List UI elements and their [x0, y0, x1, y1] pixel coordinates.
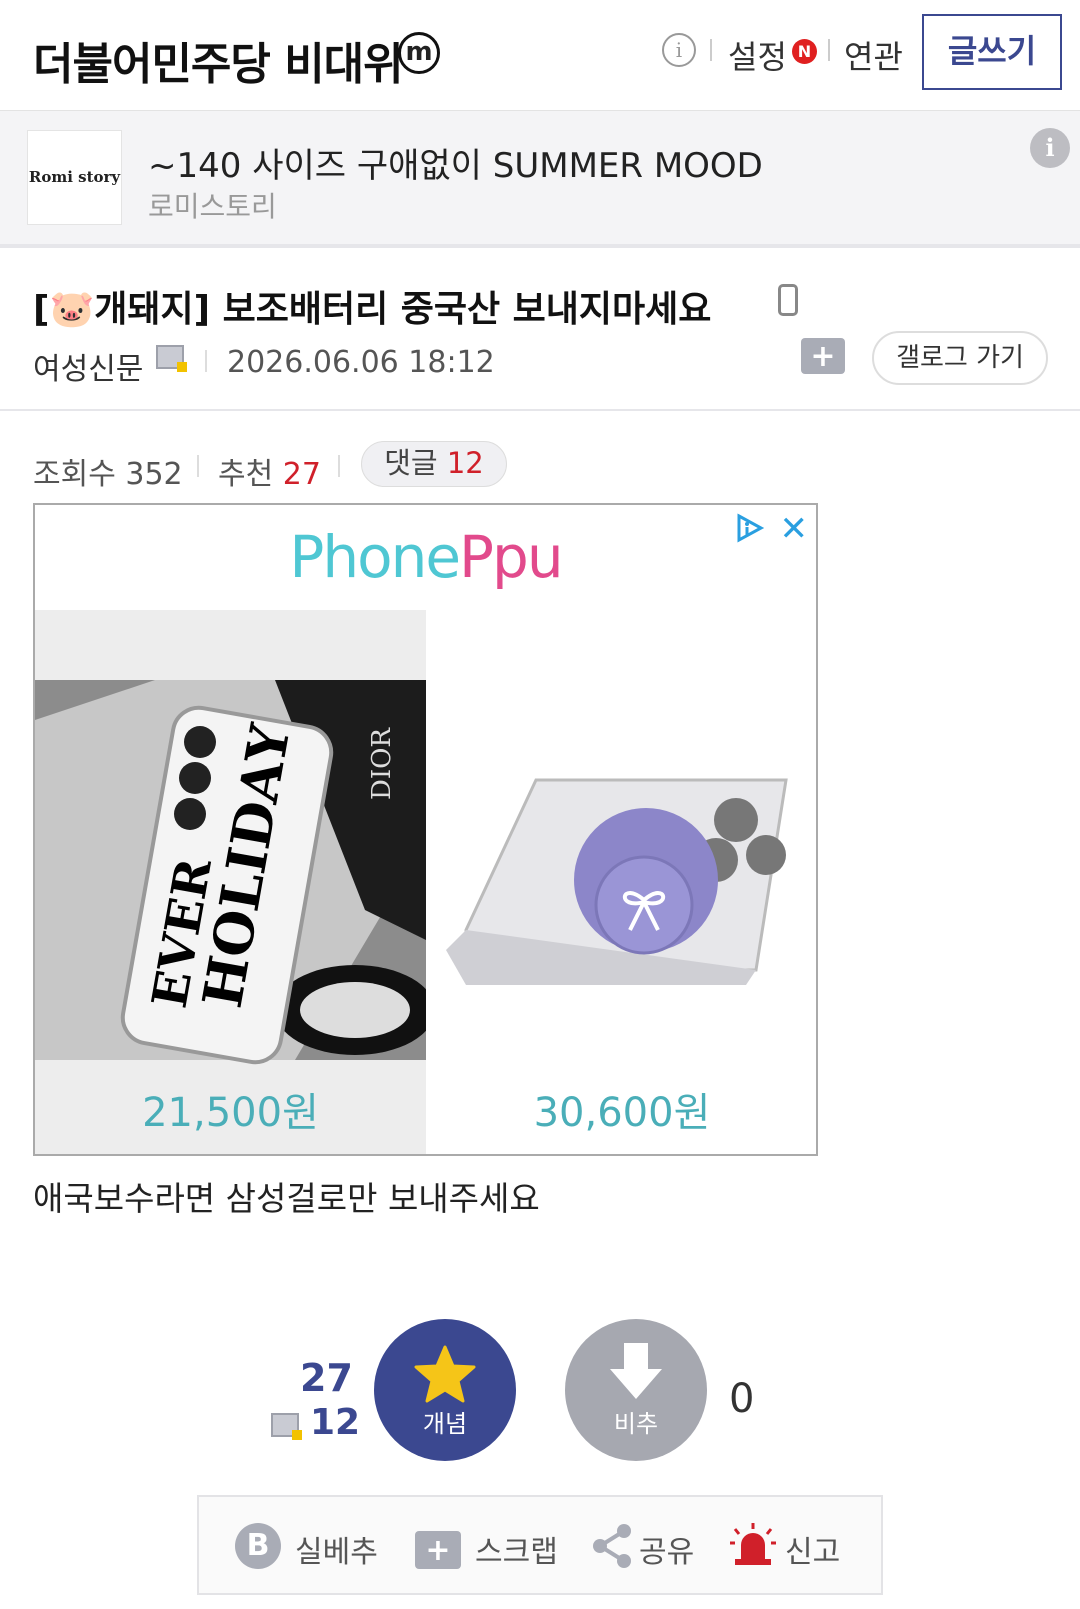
divider	[710, 39, 712, 61]
related-button[interactable]: 연관	[844, 32, 903, 78]
fixed-upvote-count: 12	[310, 1402, 361, 1443]
comment-count-button[interactable]: 댓글 12	[361, 441, 507, 487]
write-button[interactable]: 글쓰기	[922, 14, 1062, 90]
post-author[interactable]: 여성신문	[33, 344, 143, 388]
siren-icon[interactable]	[729, 1521, 777, 1567]
best-recommend-button[interactable]: 실베추	[295, 1527, 378, 1571]
scrap-button[interactable]: 스크랩	[475, 1527, 558, 1571]
scrap-icon[interactable]: +	[415, 1531, 461, 1569]
ad-brand-logo: PhonePpu	[289, 523, 563, 591]
product-price: 21,500원	[142, 1090, 319, 1136]
divider	[828, 39, 830, 61]
gallog-button[interactable]: 갤로그 가기	[872, 331, 1048, 385]
fixed-user-icon	[271, 1413, 302, 1440]
phone-grip-image	[446, 778, 788, 985]
display-ad[interactable]: PhonePpu ✕ HOLIDAY EVER DIOR 21,500원 30,…	[33, 503, 818, 1156]
post-title: [🐷개돼지] 보조배터리 중국산 보내지마세요	[33, 289, 712, 330]
star-icon	[414, 1345, 476, 1403]
product-price: 30,600원	[533, 1090, 711, 1136]
upvote-label: 개념	[422, 1410, 468, 1438]
svg-text:DIOR: DIOR	[367, 727, 397, 800]
settings-button[interactable]: 설정	[728, 32, 787, 78]
ad-info-icon[interactable]: i	[1030, 128, 1070, 168]
divider	[0, 409, 1080, 411]
close-icon[interactable]: ✕	[780, 509, 809, 549]
upvote-button[interactable]: 개념	[374, 1319, 516, 1461]
post-action-bar: B 실베추 + 스크랩 공유 신고	[197, 1495, 883, 1595]
ad-product[interactable]: HOLIDAY EVER DIOR 21,500원	[35, 610, 426, 1154]
best-icon[interactable]: B	[235, 1523, 281, 1569]
upvote-count: 27	[300, 1356, 353, 1400]
minor-gallery-icon: m	[398, 32, 440, 74]
share-icon[interactable]	[591, 1523, 633, 1569]
new-badge: N	[792, 39, 817, 64]
divider	[197, 455, 199, 477]
downvote-button[interactable]: 비추	[565, 1319, 707, 1461]
gallog-icon	[156, 345, 187, 372]
post-body: 애국보수라면 삼성걸로만 보내주세요	[33, 1179, 540, 1218]
adchoices-icon[interactable]	[736, 513, 764, 543]
view-count: 조회수 352	[33, 457, 183, 492]
ad-advertiser: 로미스토리	[148, 190, 277, 223]
ad-title[interactable]: ~140 사이즈 구애없이 SUMMER MOOD	[148, 138, 763, 187]
advertiser-logo[interactable]: Romi story	[27, 130, 122, 225]
recommend-count: 추천 27	[218, 457, 321, 492]
downvote-label: 비추	[613, 1410, 659, 1438]
divider	[338, 455, 340, 477]
report-button[interactable]: 신고	[785, 1527, 840, 1571]
info-icon[interactable]: i	[662, 33, 696, 67]
downvote-count: 0	[729, 1376, 755, 1422]
share-button[interactable]: 공유	[639, 1527, 694, 1571]
gallery-title[interactable]: 더불어민주당 비대위	[33, 28, 404, 92]
post-date: 2026.06.06 18:12	[227, 345, 495, 380]
down-arrow-icon	[610, 1343, 662, 1399]
phone-case-image: HOLIDAY EVER DIOR	[35, 680, 426, 1065]
folder-add-icon[interactable]: +	[801, 338, 845, 374]
divider	[205, 350, 207, 372]
ad-product[interactable]: 30,600원	[426, 610, 816, 1154]
mobile-icon	[778, 284, 798, 316]
logo-text: Romi story	[28, 168, 121, 186]
